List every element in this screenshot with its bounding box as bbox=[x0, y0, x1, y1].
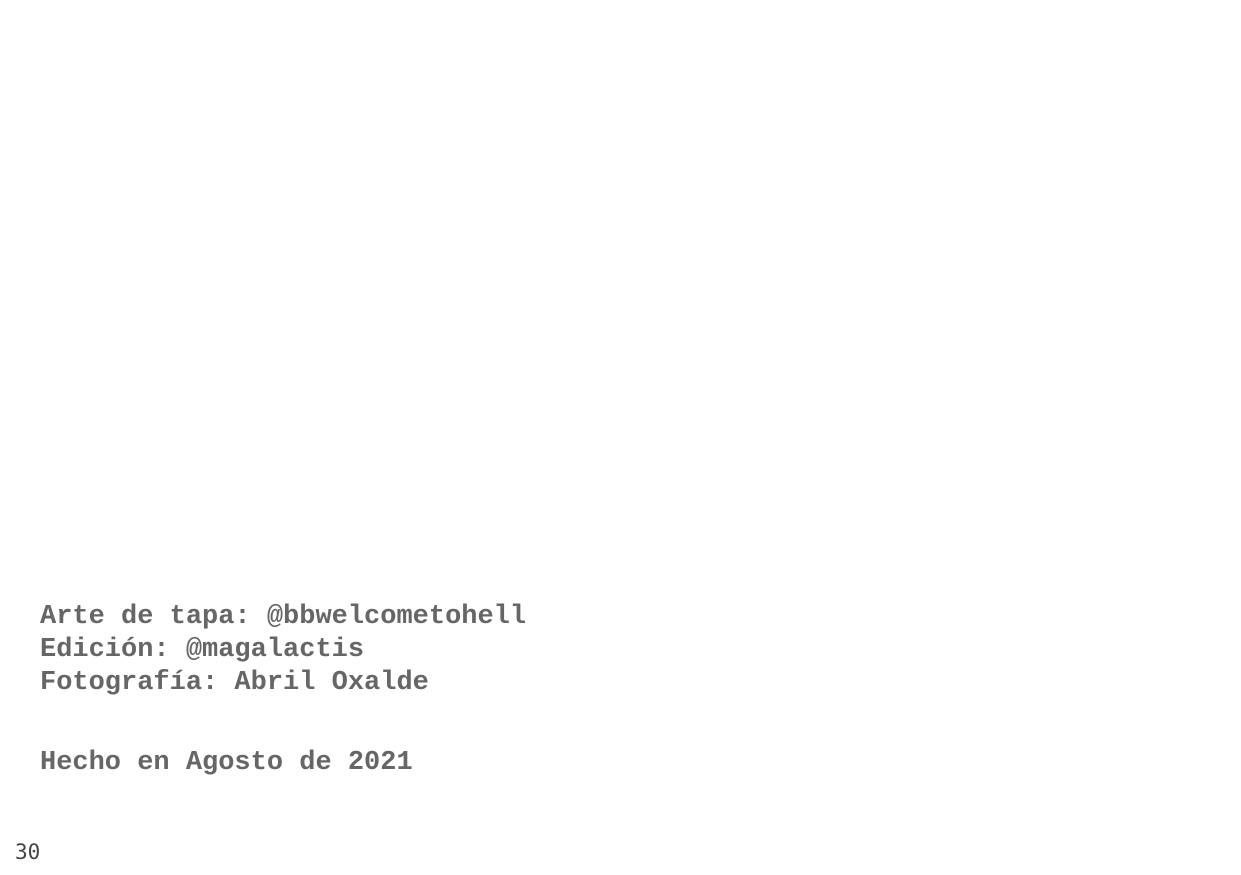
photography-credit: Fotografía: Abril Oxalde bbox=[40, 668, 429, 698]
cover-art-credit: Arte de tapa: @bbwelcometohell bbox=[40, 602, 527, 632]
page-number: 30 bbox=[15, 840, 41, 864]
document-page: { "credits": [ "Arte de tapa: @bbwelcome… bbox=[0, 0, 1241, 875]
editing-credit: Edición: @magalactis bbox=[40, 635, 365, 665]
credits-list: Arte de tapa: @bbwelcometohell Edición: … bbox=[40, 601, 526, 700]
made-in-date: Hecho en Agosto de 2021 bbox=[40, 748, 413, 778]
